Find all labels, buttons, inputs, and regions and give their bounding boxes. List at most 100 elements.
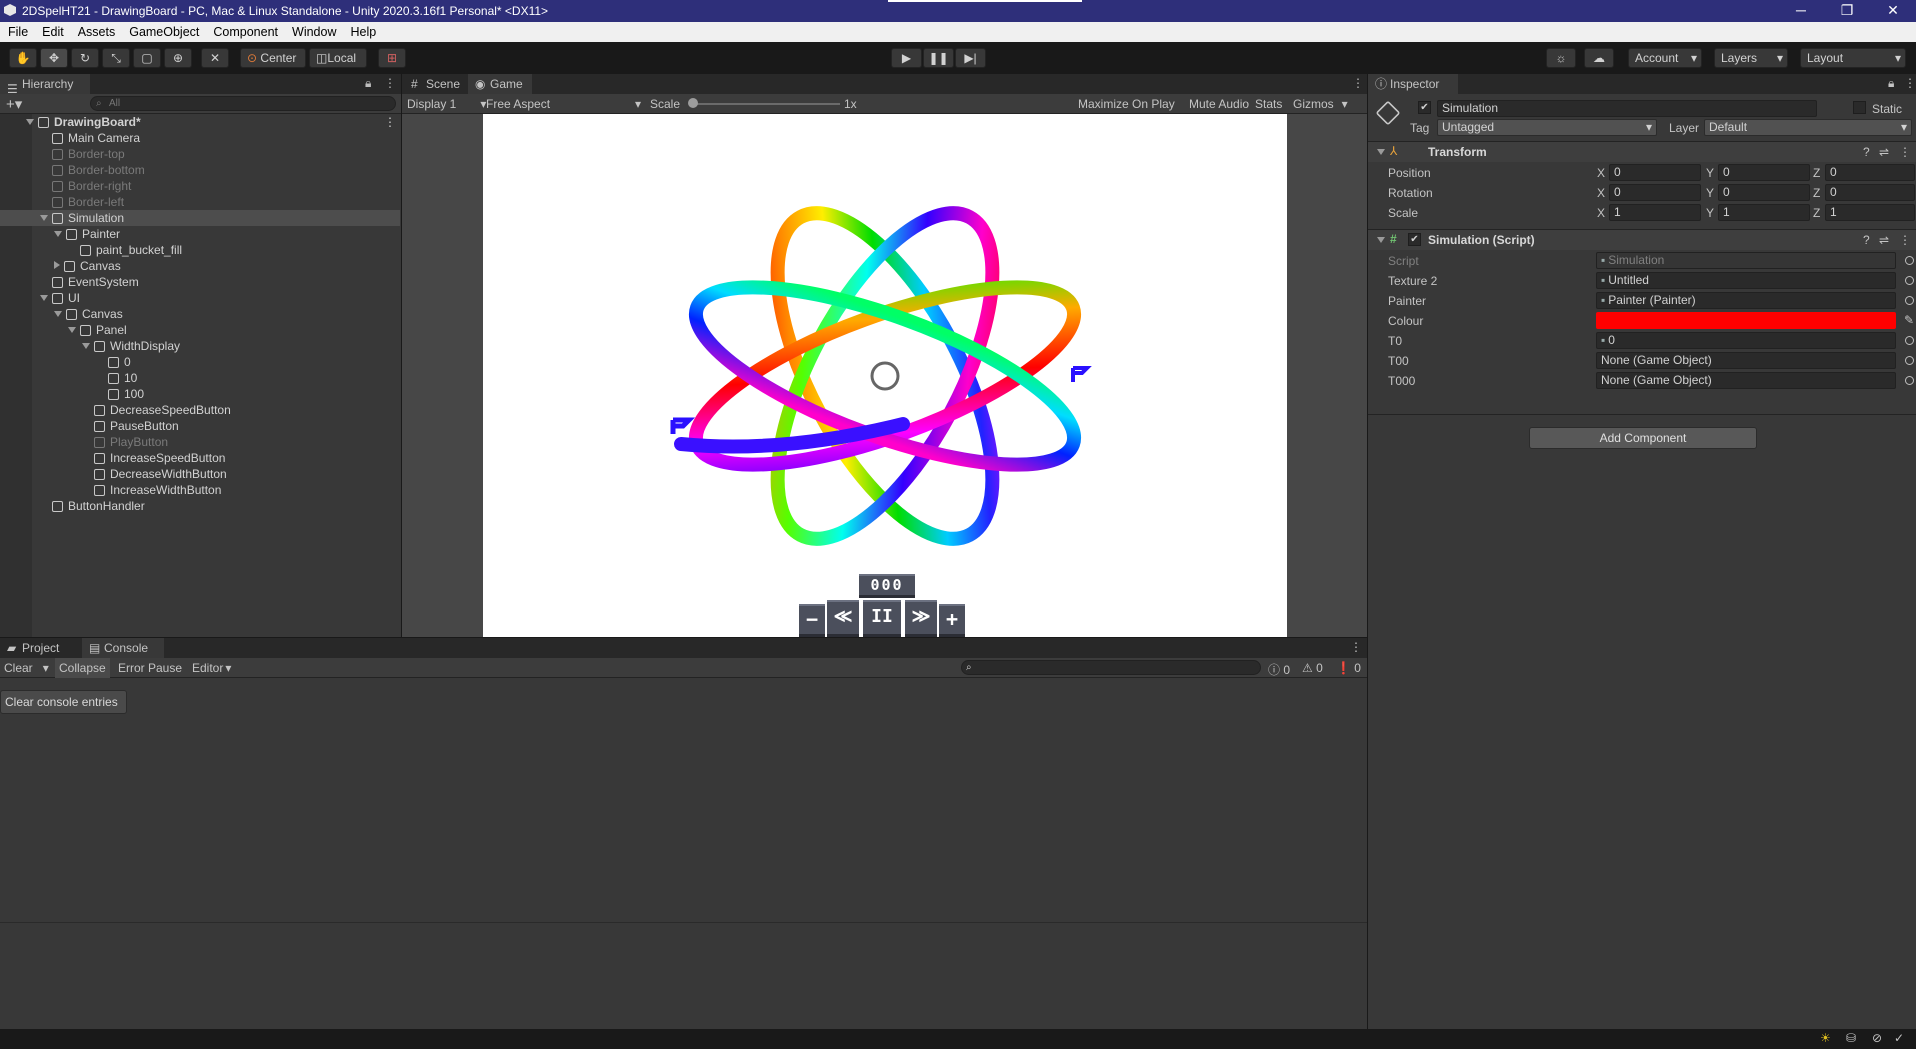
maximize-on-play-toggle[interactable]: Maximize On Play — [1078, 97, 1175, 111]
tab-inspector[interactable]: ⓘ Inspector — [1368, 74, 1458, 94]
hierarchy-item[interactable]: DecreaseSpeedButton — [0, 402, 400, 418]
hierarchy-item[interactable]: ButtonHandler — [0, 498, 400, 514]
collapse-arrow-icon[interactable] — [68, 327, 76, 333]
collapse-arrow-icon[interactable] — [40, 215, 48, 221]
layout-dropdown[interactable]: Layout ▾ — [1800, 48, 1906, 68]
axis-label-z[interactable]: Z — [1813, 166, 1820, 180]
editor-dropdown[interactable]: Editor ▾ — [192, 661, 231, 675]
hierarchy-item[interactable]: Canvas — [0, 306, 400, 322]
menu-gameobject[interactable]: GameObject — [121, 22, 205, 39]
clear-console-entries-button[interactable]: Clear console entries — [0, 690, 127, 714]
database-icon[interactable]: ⛁ — [1846, 1031, 1856, 1045]
hierarchy-item[interactable]: 0 — [0, 354, 400, 370]
transform-rotation-z-field[interactable]: 0 — [1825, 184, 1915, 201]
restore-button[interactable]: ❐ — [1824, 0, 1870, 22]
collapse-arrow-icon[interactable] — [54, 311, 62, 317]
help-icon[interactable]: ? — [1863, 145, 1870, 159]
transform-position-y-field[interactable]: 0 — [1718, 164, 1810, 181]
hierarchy-item[interactable]: Painter — [0, 226, 400, 242]
active-checkbox[interactable]: ✔ — [1418, 101, 1431, 114]
pause-button-game[interactable]: II — [863, 600, 901, 637]
snap-grid-icon[interactable]: ⊞ — [378, 48, 406, 68]
hierarchy-item[interactable]: Main Camera — [0, 130, 400, 146]
lighting-icon[interactable]: ☼ — [1546, 48, 1576, 68]
increase-speed-button[interactable]: ≫ — [905, 600, 937, 637]
menu-window[interactable]: Window — [284, 22, 342, 39]
menu-file[interactable]: File — [0, 22, 34, 39]
clear-button[interactable]: Clear ▾ — [4, 661, 49, 675]
kebab-menu-icon[interactable]: ⋮ — [1904, 76, 1916, 90]
add-component-button[interactable]: Add Component — [1529, 427, 1757, 449]
decrease-speed-button[interactable]: ≪ — [827, 600, 859, 637]
collab-icon[interactable]: ⊘ — [1872, 1031, 1882, 1045]
scale-tool-icon[interactable]: ⤡ — [102, 48, 130, 68]
hierarchy-item[interactable]: EventSystem — [0, 274, 400, 290]
space-local-button[interactable]: ◫Local — [309, 48, 367, 68]
error-pause-toggle[interactable]: Error Pause — [118, 661, 182, 675]
lock-icon[interactable]: 🔒︎ — [365, 76, 371, 91]
increase-width-button[interactable]: + — [939, 604, 965, 637]
hierarchy-item[interactable]: Border-right — [0, 178, 400, 194]
pivot-center-button[interactable]: ⊙ Center — [240, 48, 306, 68]
collapse-arrow-icon[interactable] — [54, 231, 62, 237]
axis-label-z[interactable]: Z — [1813, 206, 1820, 220]
object-picker-icon[interactable] — [1905, 376, 1914, 385]
help-icon[interactable]: ? — [1863, 233, 1870, 247]
transform-position-z-field[interactable]: 0 — [1825, 164, 1915, 181]
object-picker-icon[interactable] — [1905, 356, 1914, 365]
tab-game[interactable]: ◉ Game — [468, 74, 532, 94]
add-icon[interactable]: +▾ — [6, 95, 22, 113]
kebab-menu-icon[interactable]: ⋮ — [384, 114, 396, 130]
hierarchy-item[interactable]: Border-top — [0, 146, 400, 162]
axis-label-y[interactable]: Y — [1706, 166, 1714, 180]
expand-arrow-icon[interactable] — [54, 261, 60, 269]
object-field-t0[interactable]: ▪ 0 — [1596, 332, 1896, 349]
object-picker-icon[interactable] — [1905, 256, 1914, 265]
tab-project[interactable]: ▰ Project — [0, 638, 80, 658]
script-enabled-checkbox[interactable]: ✔ — [1408, 233, 1421, 246]
object-field-painter[interactable]: ▪ Painter (Painter) — [1596, 292, 1896, 309]
hierarchy-item[interactable]: IncreaseWidthButton — [0, 482, 400, 498]
collapse-arrow-icon[interactable] — [82, 343, 90, 349]
collapse-arrow-icon[interactable] — [26, 119, 34, 125]
hierarchy-item[interactable]: 100 — [0, 386, 400, 402]
stats-toggle[interactable]: Stats — [1255, 97, 1282, 111]
gizmos-toggle[interactable]: Gizmos ▾ — [1293, 97, 1348, 111]
hierarchy-item[interactable]: DrawingBoard* ⋮ — [0, 114, 400, 130]
step-button[interactable]: ▶| — [955, 48, 986, 68]
layer-dropdown[interactable]: Default ▾ — [1704, 119, 1912, 136]
minimize-button[interactable]: ─ — [1778, 0, 1824, 22]
axis-label-y[interactable]: Y — [1706, 206, 1714, 220]
transform-rotation-y-field[interactable]: 0 — [1718, 184, 1810, 201]
axis-label-y[interactable]: Y — [1706, 186, 1714, 200]
decrease-width-button[interactable]: − — [799, 604, 825, 637]
transform-rotation-x-field[interactable]: 0 — [1609, 184, 1701, 201]
tab-scene[interactable]: # Scene — [404, 74, 466, 94]
menu-help[interactable]: Help — [342, 22, 382, 39]
hierarchy-item[interactable]: UI — [0, 290, 400, 306]
static-checkbox[interactable] — [1853, 101, 1866, 114]
kebab-menu-icon[interactable]: ⋮ — [384, 76, 396, 90]
error-count-toggle[interactable]: ❗ 0 — [1336, 661, 1361, 675]
axis-label-x[interactable]: X — [1597, 166, 1605, 180]
move-tool-icon[interactable]: ✥ — [40, 48, 68, 68]
hierarchy-item[interactable]: Canvas — [0, 258, 400, 274]
hierarchy-item[interactable]: WidthDisplay — [0, 338, 400, 354]
object-field-t00[interactable]: None (Game Object) — [1596, 352, 1896, 369]
object-field-texture-2[interactable]: ▪ Untitled — [1596, 272, 1896, 289]
game-canvas[interactable]: 000 − ≪ II ≫ + — [483, 114, 1287, 637]
object-name-field[interactable]: Simulation — [1437, 100, 1817, 117]
kebab-menu-icon[interactable]: ⋮ — [1350, 640, 1362, 654]
object-picker-icon[interactable] — [1905, 276, 1914, 285]
transform-scale-y-field[interactable]: 1 — [1718, 204, 1810, 221]
kebab-menu-icon[interactable]: ⋮ — [1899, 233, 1911, 247]
hierarchy-item[interactable]: Border-bottom — [0, 162, 400, 178]
hand-tool-icon[interactable]: ✋ — [9, 48, 37, 68]
axis-label-x[interactable]: X — [1597, 206, 1605, 220]
collapse-toggle[interactable]: Collapse — [55, 658, 110, 678]
account-dropdown[interactable]: Account ▾ — [1628, 48, 1702, 68]
lock-icon[interactable]: 🔒︎ — [1888, 76, 1894, 91]
object-picker-icon[interactable] — [1905, 336, 1914, 345]
sun-icon[interactable]: ☀ — [1820, 1031, 1831, 1045]
tab-console[interactable]: ▤ Console — [82, 638, 164, 658]
